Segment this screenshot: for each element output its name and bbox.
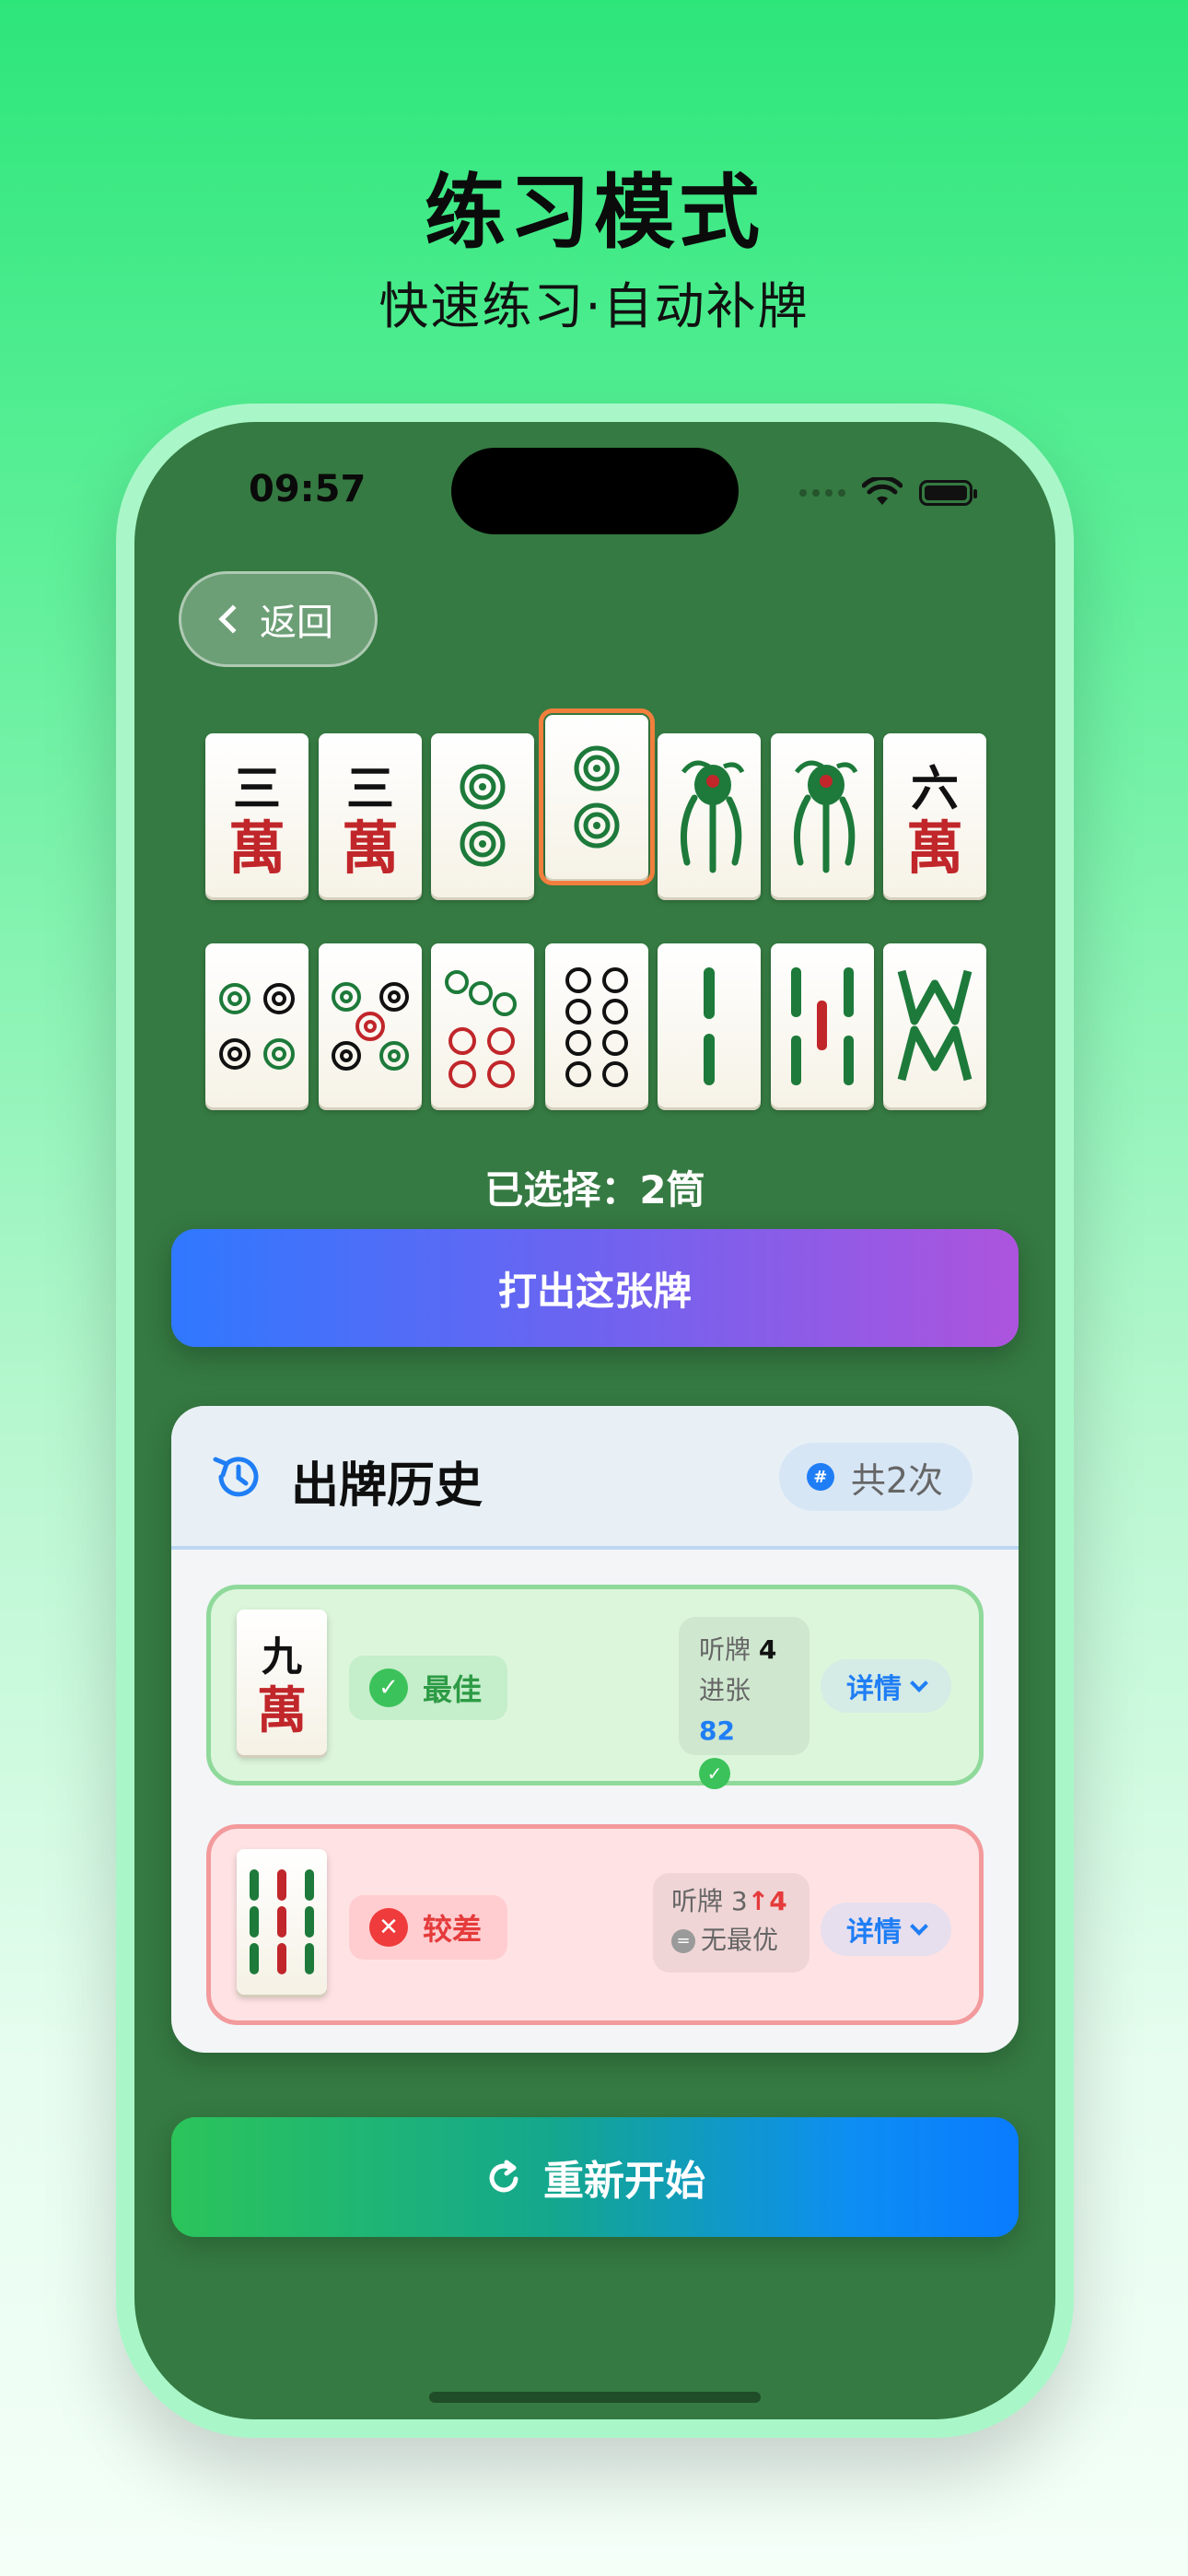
hand-tile-7-tong[interactable]	[431, 943, 534, 1107]
tile-numeral: 六	[911, 762, 959, 817]
history-count-badge: # 共2次	[778, 1443, 973, 1511]
history-count: 共2次	[850, 1459, 943, 1501]
page-title: 练习模式	[424, 165, 763, 260]
none-label: 无最优	[701, 1925, 779, 1955]
verdict-badge-poor: ✕ 较差	[349, 1895, 508, 1960]
chevron-down-icon	[910, 1674, 928, 1692]
history-record: ✕ 较差 听牌 3↑4 = 无最优 详情	[206, 1824, 984, 2025]
detail-label: 详情	[846, 1673, 902, 1705]
detail-label: 详情	[846, 1916, 902, 1949]
hand-tile-2-tong[interactable]	[431, 733, 534, 897]
history-header: 出牌历史 # 共2次	[171, 1406, 1019, 1550]
hand-tile-2-tong-selected[interactable]	[539, 708, 655, 885]
restart-button[interactable]: 重新开始	[171, 2117, 1019, 2237]
tile-suit: 萬	[342, 814, 399, 882]
restart-label: 重新开始	[543, 2158, 705, 2205]
record-stats: 听牌 4 进张 82 ✓	[679, 1617, 809, 1789]
status-icons	[799, 477, 977, 509]
tile-suit: 萬	[228, 814, 285, 882]
history-icon	[213, 1457, 259, 1497]
dynamic-island	[451, 448, 739, 534]
hand-tile-4-tong[interactable]	[205, 943, 309, 1107]
chevron-left-icon	[218, 604, 248, 634]
page-subtitle: 快速练习·自动补牌	[379, 277, 809, 335]
verdict-badge-best: ✓ 最佳	[349, 1656, 508, 1720]
tile-numeral: 九	[262, 1633, 302, 1680]
verdict-label: 较差	[423, 1912, 483, 1947]
detail-button[interactable]: 详情	[821, 1659, 951, 1713]
hand-tile-1-tiao[interactable]	[771, 733, 874, 897]
equals-icon: =	[671, 1929, 695, 1953]
history-record: 九 萬 ✓ 最佳 听牌 4 进张 82 ✓ 详情	[206, 1585, 984, 1789]
history-title: 出牌历史	[291, 1458, 483, 1514]
selection-status: 已选择：2筒	[484, 1167, 705, 1212]
chevron-down-icon	[910, 1917, 928, 1936]
refresh-icon	[489, 2160, 518, 2193]
hand-tile-3-wan[interactable]: 三 萬	[205, 733, 309, 897]
x-icon: ✕	[369, 1908, 408, 1947]
game-screen: 09:57 返回 三 萬 三 萬 六 萬 已选择：2筒 打出这张牌 出牌历史 #…	[134, 422, 1055, 2419]
discard-history-panel: 出牌历史 # 共2次 九 萬 ✓ 最佳 听牌 4 进张 82 ✓ 详情 ✕ 较差…	[171, 1406, 1019, 2053]
tile-suit: 萬	[257, 1681, 307, 1739]
listen-label: 听牌	[671, 1886, 724, 1916]
hand-tile-8-tong[interactable]	[545, 943, 648, 1107]
verified-icon: ✓	[699, 1758, 730, 1789]
detail-button[interactable]: 详情	[821, 1903, 951, 1956]
listen-label: 听牌	[699, 1634, 751, 1665]
listen-value: 3	[730, 1886, 748, 1916]
tile-numeral: 三	[233, 762, 281, 817]
accept-value: 82	[699, 1715, 735, 1746]
record-tile-9-tiao	[237, 1849, 327, 1995]
hand-tile-3-wan[interactable]: 三 萬	[319, 733, 422, 897]
battery-icon	[919, 480, 977, 506]
back-button[interactable]: 返回	[179, 571, 378, 667]
home-indicator[interactable]	[429, 2392, 761, 2403]
hash-icon: #	[806, 1463, 834, 1491]
verdict-label: 最佳	[423, 1672, 483, 1707]
record-stats: 听牌 3↑4 = 无最优	[653, 1873, 809, 1973]
back-label: 返回	[260, 602, 333, 644]
listen-value: 4	[758, 1634, 777, 1665]
hand-tile-2-tiao[interactable]	[658, 943, 761, 1107]
listen-new-value: 4	[769, 1886, 787, 1916]
wifi-icon	[862, 477, 903, 505]
checkmark-icon: ✓	[369, 1669, 408, 1707]
hand-tile-1-tiao[interactable]	[658, 733, 761, 897]
record-tile-9-wan: 九 萬	[237, 1610, 327, 1755]
tile-numeral: 三	[346, 762, 394, 817]
hand-tile-5-tong[interactable]	[319, 943, 422, 1107]
tile-suit: 萬	[906, 814, 963, 882]
accept-label: 进张	[699, 1675, 751, 1705]
hand-tile-5-tiao[interactable]	[771, 943, 874, 1107]
hand-tile-8-tiao[interactable]	[883, 943, 986, 1107]
status-time: 09:57	[249, 468, 367, 510]
arrow-up-icon: ↑	[747, 1886, 770, 1916]
discard-button[interactable]: 打出这张牌	[171, 1229, 1019, 1347]
hand-tile-6-wan[interactable]: 六 萬	[883, 733, 986, 897]
signal-icon	[799, 489, 845, 497]
